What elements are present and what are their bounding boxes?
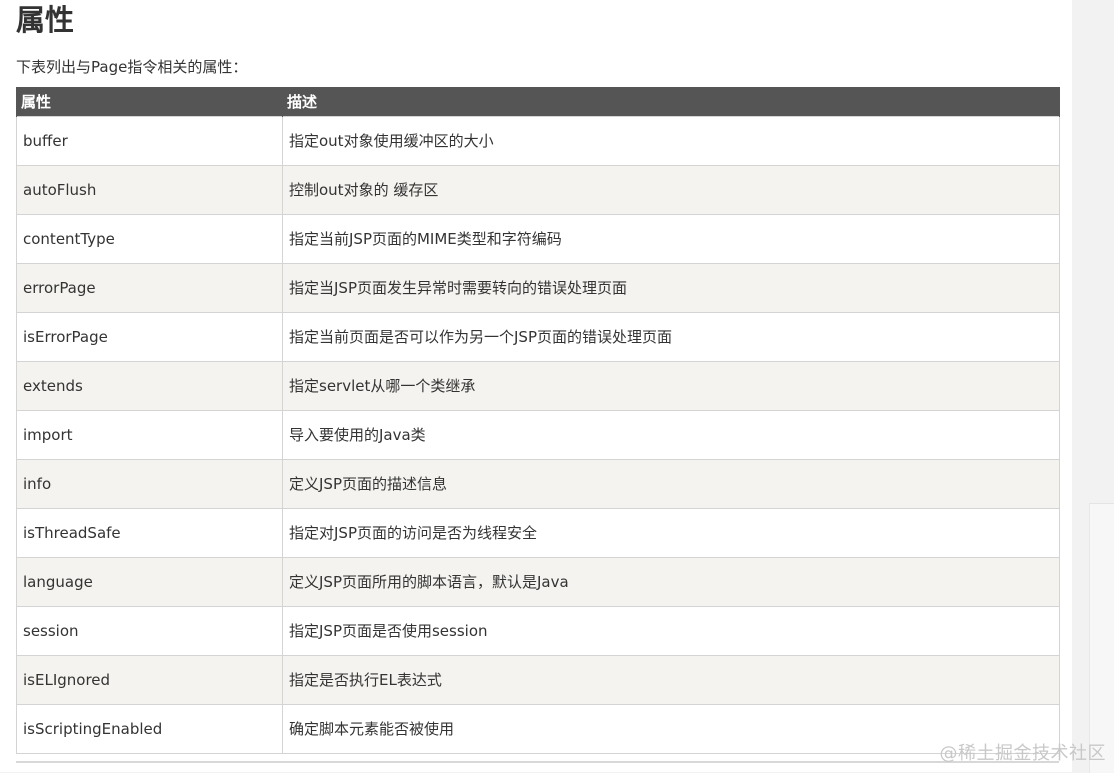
table-row: import 导入要使用的Java类 — [16, 410, 1060, 460]
header-attribute: 属性 — [16, 87, 283, 117]
attribute-name: info — [16, 459, 283, 509]
attribute-name: errorPage — [16, 263, 283, 313]
attribute-name: language — [16, 557, 283, 607]
article-page: 属性 下表列出与Page指令相关的属性： 属性 描述 buffer 指定out对… — [0, 0, 1072, 772]
table-row: isThreadSafe 指定对JSP页面的访问是否为线程安全 — [16, 508, 1060, 558]
table-row: session 指定JSP页面是否使用session — [16, 606, 1060, 656]
attribute-description: 指定servlet从哪一个类继承 — [282, 361, 1060, 411]
attribute-description: 指定当JSP页面发生异常时需要转向的错误处理页面 — [282, 263, 1060, 313]
side-panel — [1089, 503, 1114, 773]
attribute-name: extends — [16, 361, 283, 411]
attribute-name: isErrorPage — [16, 312, 283, 362]
table-header-row: 属性 描述 — [16, 87, 1060, 117]
attribute-description: 定义JSP页面的描述信息 — [282, 459, 1060, 509]
table-row: isScriptingEnabled 确定脚本元素能否被使用 — [16, 704, 1060, 754]
attribute-description: 指定out对象使用缓冲区的大小 — [282, 116, 1060, 166]
attribute-name: isScriptingEnabled — [16, 704, 283, 754]
table-row: language 定义JSP页面所用的脚本语言，默认是Java — [16, 557, 1060, 607]
attribute-description: 指定是否执行EL表达式 — [282, 655, 1060, 705]
attribute-name: isELIgnored — [16, 655, 283, 705]
attribute-description: 控制out对象的 缓存区 — [282, 165, 1060, 215]
attribute-description: 指定JSP页面是否使用session — [282, 606, 1060, 656]
attribute-description: 指定当前页面是否可以作为另一个JSP页面的错误处理页面 — [282, 312, 1060, 362]
table-row: info 定义JSP页面的描述信息 — [16, 459, 1060, 509]
attribute-name: autoFlush — [16, 165, 283, 215]
attribute-name: session — [16, 606, 283, 656]
watermark-text: @稀土掘金技术社区 — [939, 743, 1106, 764]
attribute-name: buffer — [16, 116, 283, 166]
attribute-name: isThreadSafe — [16, 508, 283, 558]
table-row: autoFlush 控制out对象的 缓存区 — [16, 165, 1060, 215]
attributes-table: 属性 描述 buffer 指定out对象使用缓冲区的大小 autoFlush 控… — [16, 87, 1060, 754]
table-row: errorPage 指定当JSP页面发生异常时需要转向的错误处理页面 — [16, 263, 1060, 313]
table-row: extends 指定servlet从哪一个类继承 — [16, 361, 1060, 411]
attribute-description: 指定对JSP页面的访问是否为线程安全 — [282, 508, 1060, 558]
attribute-description: 指定当前JSP页面的MIME类型和字符编码 — [282, 214, 1060, 264]
table-row: contentType 指定当前JSP页面的MIME类型和字符编码 — [16, 214, 1060, 264]
table-row: isELIgnored 指定是否执行EL表达式 — [16, 655, 1060, 705]
attribute-description: 导入要使用的Java类 — [282, 410, 1060, 460]
attribute-name: import — [16, 410, 283, 460]
attribute-name: contentType — [16, 214, 283, 264]
table-row: buffer 指定out对象使用缓冲区的大小 — [16, 116, 1060, 166]
intro-text: 下表列出与Page指令相关的属性： — [16, 58, 248, 76]
bottom-divider — [16, 761, 1059, 763]
table-row: isErrorPage 指定当前页面是否可以作为另一个JSP页面的错误处理页面 — [16, 312, 1060, 362]
header-description: 描述 — [282, 87, 1060, 117]
section-title: 属性 — [16, 3, 75, 37]
attribute-description: 定义JSP页面所用的脚本语言，默认是Java — [282, 557, 1060, 607]
